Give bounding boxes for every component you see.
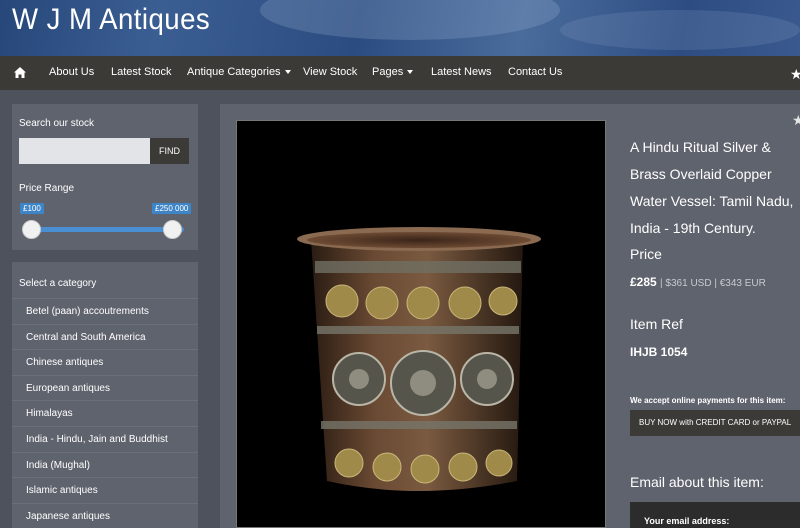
price-range-label: Price Range <box>19 183 75 194</box>
category-item[interactable]: Japanese antiques <box>12 502 198 528</box>
home-icon[interactable] <box>14 67 26 78</box>
payment-note: We accept online payments for this item: <box>630 396 786 405</box>
product-image[interactable] <box>236 120 606 528</box>
category-item[interactable]: Himalayas <box>12 400 198 426</box>
buy-now-button[interactable]: BUY NOW with CREDIT CARD or PAYPAL <box>630 410 800 436</box>
category-item[interactable]: India (Mughal) <box>12 451 198 478</box>
category-item[interactable]: India - Hindu, Jain and Buddhist <box>12 425 198 452</box>
price-max-badge: £250 000 <box>152 203 192 214</box>
email-heading: Email about this item: <box>630 474 764 490</box>
email-label: Your email address: <box>644 516 730 526</box>
nav-view-stock[interactable]: View Stock <box>303 56 357 90</box>
category-list: Betel (paan) accoutrements Central and S… <box>12 298 198 528</box>
price-min-handle[interactable] <box>22 220 41 239</box>
nav-pages[interactable]: Pages <box>372 56 414 90</box>
price-range-track[interactable] <box>32 227 184 232</box>
site-logo[interactable]: W J M Antiques <box>12 3 210 37</box>
caret-down-icon <box>284 70 291 75</box>
search-title: Search our stock <box>19 118 95 129</box>
category-item[interactable]: Betel (paan) accoutrements <box>12 298 198 324</box>
search-input[interactable] <box>19 138 150 164</box>
nav-latest-stock[interactable]: Latest Stock <box>111 56 172 90</box>
nav-contact-us[interactable]: Contact Us <box>508 56 562 90</box>
main-nav: About Us Latest Stock Antique Categories… <box>0 56 800 90</box>
category-item[interactable]: Central and South America <box>12 323 198 350</box>
price-value: £285 <box>630 275 657 289</box>
category-item[interactable]: Chinese antiques <box>12 349 198 375</box>
copper-vessel-illustration <box>297 227 541 491</box>
find-button[interactable]: FIND <box>150 138 189 164</box>
price-line: £285 | $361 USD | €343 EUR <box>630 275 766 289</box>
star-icon[interactable]: ★ <box>790 66 800 83</box>
price-heading: Price <box>630 246 662 262</box>
category-panel: Select a category Betel (paan) accoutrem… <box>12 262 198 528</box>
item-ref-heading: Item Ref <box>630 316 683 332</box>
category-title: Select a category <box>19 278 97 289</box>
price-max-handle[interactable] <box>163 220 182 239</box>
search-panel: Search our stock FIND Price Range £100 £… <box>12 104 198 250</box>
email-form: Your email address: <box>630 502 800 528</box>
price-min-badge: £100 <box>20 203 44 214</box>
star-icon[interactable]: ★ <box>792 112 800 129</box>
nav-latest-news[interactable]: Latest News <box>431 56 492 90</box>
category-item[interactable]: European antiques <box>12 374 198 401</box>
nav-about-us[interactable]: About Us <box>49 56 94 90</box>
item-ref-value: IHJB 1054 <box>630 345 688 359</box>
product-title: A Hindu Ritual Silver & Brass Overlaid C… <box>630 139 794 236</box>
price-conversions: | $361 USD | €343 EUR <box>660 278 766 289</box>
category-item[interactable]: Islamic antiques <box>12 477 198 503</box>
caret-down-icon <box>407 70 414 75</box>
nav-antique-categories[interactable]: Antique Categories <box>187 56 291 90</box>
site-header: W J M Antiques <box>0 0 800 56</box>
